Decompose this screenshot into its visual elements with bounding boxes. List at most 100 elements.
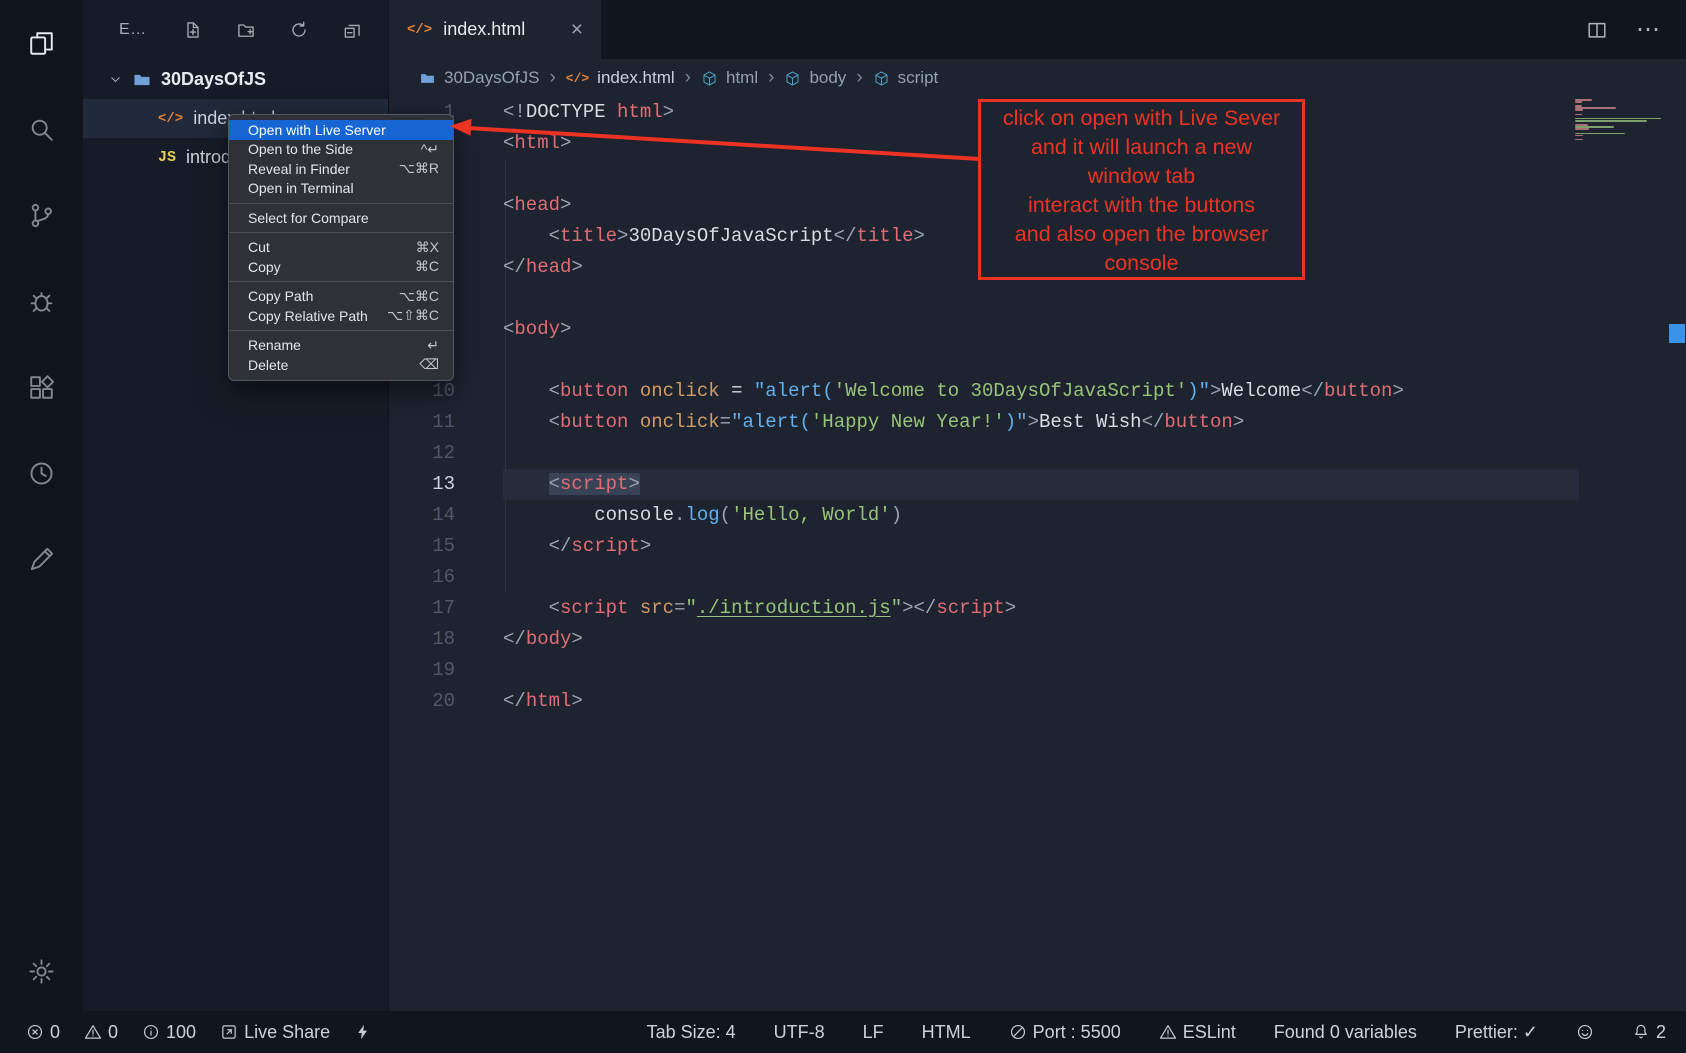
breadcrumb-item-html[interactable]: html	[701, 68, 758, 88]
menu-item-label: Copy Relative Path	[248, 308, 368, 324]
menu-separator	[229, 281, 453, 282]
menu-separator	[229, 203, 453, 204]
menu-item-open-with-live-server[interactable]: Open with Live Server	[229, 120, 453, 140]
context-menu: Open with Live ServerOpen to the Side^↵R…	[228, 114, 454, 381]
code-token: </	[503, 628, 526, 650]
menu-item-rename[interactable]: Rename↵	[229, 336, 453, 356]
code-token: body	[514, 318, 560, 340]
code-line: 12	[389, 438, 1686, 469]
code-token: title	[856, 225, 913, 247]
code-token: ></	[902, 597, 936, 619]
menu-item-delete[interactable]: Delete⌫	[229, 355, 453, 375]
code-token: html	[617, 101, 663, 123]
new-folder-icon[interactable]	[236, 20, 256, 40]
split-editor-icon[interactable]	[1586, 19, 1608, 41]
code-token: DOCTYPE	[526, 101, 617, 123]
breadcrumb-label: body	[809, 68, 846, 88]
status-tab-size[interactable]: Tab Size: 4	[647, 1022, 736, 1043]
code-token: script	[936, 597, 1004, 619]
folder-row-30daysofjs[interactable]: 30DaysOfJS	[83, 60, 388, 99]
source-control-icon[interactable]	[0, 172, 83, 258]
status-warnings[interactable]: 0	[84, 1022, 118, 1043]
code-token: ./introduction.js	[697, 597, 891, 619]
status-encoding[interactable]: UTF-8	[774, 1022, 825, 1043]
extensions-icon[interactable]	[0, 344, 83, 430]
bolt-icon	[354, 1023, 372, 1041]
status-language-mode[interactable]: HTML	[922, 1022, 971, 1043]
scrollbar-mark[interactable]	[1669, 324, 1685, 343]
menu-item-select-for-compare[interactable]: Select for Compare	[229, 208, 453, 228]
annotation-text: click on open with Live Sever	[981, 104, 1302, 133]
status-lightning[interactable]	[354, 1023, 372, 1041]
edit-session-icon[interactable]	[0, 516, 83, 602]
code-text: <head>	[503, 190, 571, 221]
menu-item-open-to-the-side[interactable]: Open to the Side^↵	[229, 140, 453, 160]
code-token: 'Hello, World'	[731, 504, 891, 526]
code-text: <button onclick="alert('Happy New Year!'…	[503, 407, 1244, 438]
menu-item-shortcut: ⌘X	[402, 239, 439, 256]
history-icon[interactable]	[0, 430, 83, 516]
minimap-line	[1575, 133, 1625, 135]
menu-item-reveal-in-finder[interactable]: Reveal in Finder⌥⌘R	[229, 159, 453, 179]
annotation-text: and also open the browser	[981, 220, 1302, 249]
status-feedback[interactable]	[1576, 1023, 1594, 1041]
symbol-icon	[873, 70, 890, 87]
code-token: 30DaysOfJavaScript	[628, 225, 833, 247]
status-info[interactable]: 100	[142, 1022, 196, 1043]
code-token: =	[720, 411, 731, 433]
warning-icon	[84, 1023, 102, 1041]
status-found-variables[interactable]: Found 0 variables	[1274, 1022, 1417, 1043]
menu-item-copy-relative-path[interactable]: Copy Relative Path⌥⇧⌘C	[229, 306, 453, 326]
status-bar: 0 0 100 Live Share Tab Size: 4 UTF-8 LF HTML Po…	[0, 1011, 1686, 1053]
code-line: 7	[389, 283, 1686, 314]
code-text: <script src="./introduction.js"></script…	[503, 593, 1016, 624]
status-eol[interactable]: LF	[863, 1022, 884, 1043]
close-icon[interactable]: ×	[571, 18, 583, 42]
status-errors[interactable]: 0	[26, 1022, 60, 1043]
code-token	[503, 535, 549, 557]
breadcrumb-item-30daysofjs[interactable]: 30DaysOfJS	[419, 68, 539, 88]
code-token: 'Happy New Year!'	[811, 411, 1005, 433]
code-token	[503, 411, 549, 433]
settings-gear-icon[interactable]	[27, 957, 56, 986]
breadcrumb-item-body[interactable]: body	[784, 68, 846, 88]
code-token: html	[514, 132, 560, 154]
code-token: <	[549, 597, 560, 619]
line-number: 19	[389, 655, 503, 686]
run-debug-icon[interactable]	[0, 258, 83, 344]
line-number: 17	[389, 593, 503, 624]
minimap-line	[1575, 109, 1583, 111]
menu-item-label: Delete	[248, 357, 288, 373]
minimap[interactable]	[1575, 99, 1665, 141]
menu-item-cut[interactable]: Cut⌘X	[229, 238, 453, 258]
status-prettier[interactable]: Prettier: ✓	[1455, 1022, 1538, 1043]
breadcrumb-item-index-html[interactable]: </>index.html	[566, 68, 675, 88]
code-token: .	[674, 504, 685, 526]
info-icon	[142, 1023, 160, 1041]
menu-item-copy[interactable]: Copy⌘C	[229, 257, 453, 277]
code-text: console.log('Hello, World')	[503, 500, 902, 531]
warning-icon	[1159, 1023, 1177, 1041]
menu-item-shortcut: ⌘C	[401, 258, 439, 275]
code-line: 13 <script>	[389, 469, 1686, 500]
status-eslint[interactable]: ESLint	[1159, 1022, 1236, 1043]
refresh-explorer-icon[interactable]	[289, 20, 309, 40]
new-file-icon[interactable]	[183, 20, 203, 40]
collapse-folders-icon[interactable]	[342, 20, 362, 40]
code-token: >	[1233, 411, 1244, 433]
more-actions-icon[interactable]: ⋯	[1636, 18, 1660, 42]
status-live-share[interactable]: Live Share	[220, 1022, 330, 1043]
tab-index-html[interactable]: </>index.html×	[389, 0, 601, 59]
breadcrumb-item-script[interactable]: script	[873, 68, 939, 88]
menu-item-label: Open in Terminal	[248, 180, 354, 196]
menu-item-copy-path[interactable]: Copy Path⌥⌘C	[229, 287, 453, 307]
explorer-icon[interactable]	[0, 0, 83, 86]
menu-item-open-in-terminal[interactable]: Open in Terminal	[229, 179, 453, 199]
search-icon[interactable]	[0, 86, 83, 172]
status-notifications[interactable]: 2	[1632, 1022, 1666, 1043]
folder-icon	[419, 70, 436, 87]
code-token: html	[526, 690, 572, 712]
menu-item-shortcut: ^↵	[407, 141, 439, 158]
status-port[interactable]: Port : 5500	[1009, 1022, 1121, 1043]
code-token: 'Welcome to 30DaysOfJavaScript'	[834, 380, 1187, 402]
